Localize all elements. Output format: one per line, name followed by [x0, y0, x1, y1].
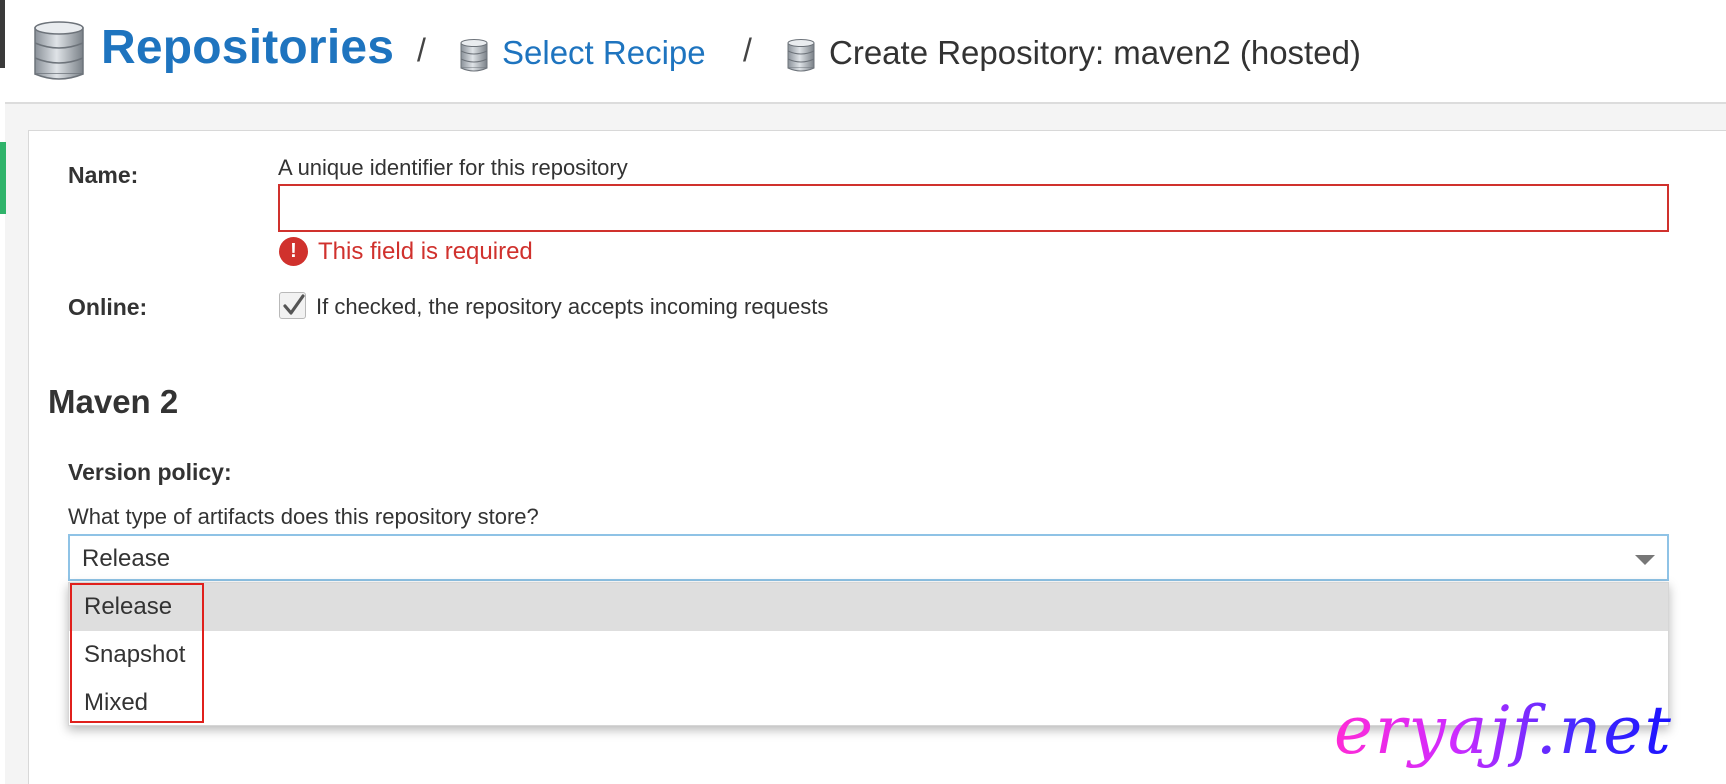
section-title-maven2: Maven 2: [48, 383, 179, 420]
version-policy-select[interactable]: Release: [68, 534, 1669, 581]
breadcrumb-select-recipe-link[interactable]: Select Recipe: [502, 34, 706, 72]
online-label: Online:: [68, 294, 148, 320]
option-label: Snapshot: [84, 641, 186, 668]
page: Repositories / Select Recipe / Create Re…: [0, 0, 1726, 784]
name-input[interactable]: [278, 184, 1669, 232]
online-checkbox[interactable]: [279, 292, 306, 319]
breadcrumb-separator: /: [417, 32, 426, 68]
option-release[interactable]: Release: [69, 583, 1668, 631]
version-policy-selected-value: Release: [82, 545, 171, 572]
name-label: Name:: [68, 162, 139, 188]
option-label: Mixed: [84, 689, 149, 716]
option-snapshot[interactable]: Snapshot: [69, 631, 1668, 679]
breadcrumb-separator: /: [743, 32, 752, 68]
version-policy-help-text: What type of artifacts does this reposit…: [68, 504, 539, 529]
version-policy-label: Version policy:: [68, 459, 232, 485]
name-help-text: A unique identifier for this repository: [278, 155, 628, 180]
option-label: Release: [84, 593, 173, 620]
check-icon: [283, 294, 305, 315]
exclamation-circle-icon: !: [279, 237, 308, 266]
header-bar: Repositories / Select Recipe / Create Re…: [5, 0, 1726, 104]
online-help-text: If checked, the repository accepts incom…: [316, 294, 829, 319]
breadcrumb-current: Create Repository: maven2 (hosted): [829, 34, 1361, 71]
name-error-message: This field is required: [318, 238, 533, 265]
database-icon: [460, 39, 488, 72]
caret-down-icon[interactable]: [1635, 555, 1655, 565]
watermark-text: eryajf.net: [1334, 692, 1673, 769]
page-title: Repositories: [101, 21, 395, 74]
database-icon: [34, 21, 84, 80]
active-indicator: [0, 142, 6, 214]
database-icon: [787, 39, 815, 72]
